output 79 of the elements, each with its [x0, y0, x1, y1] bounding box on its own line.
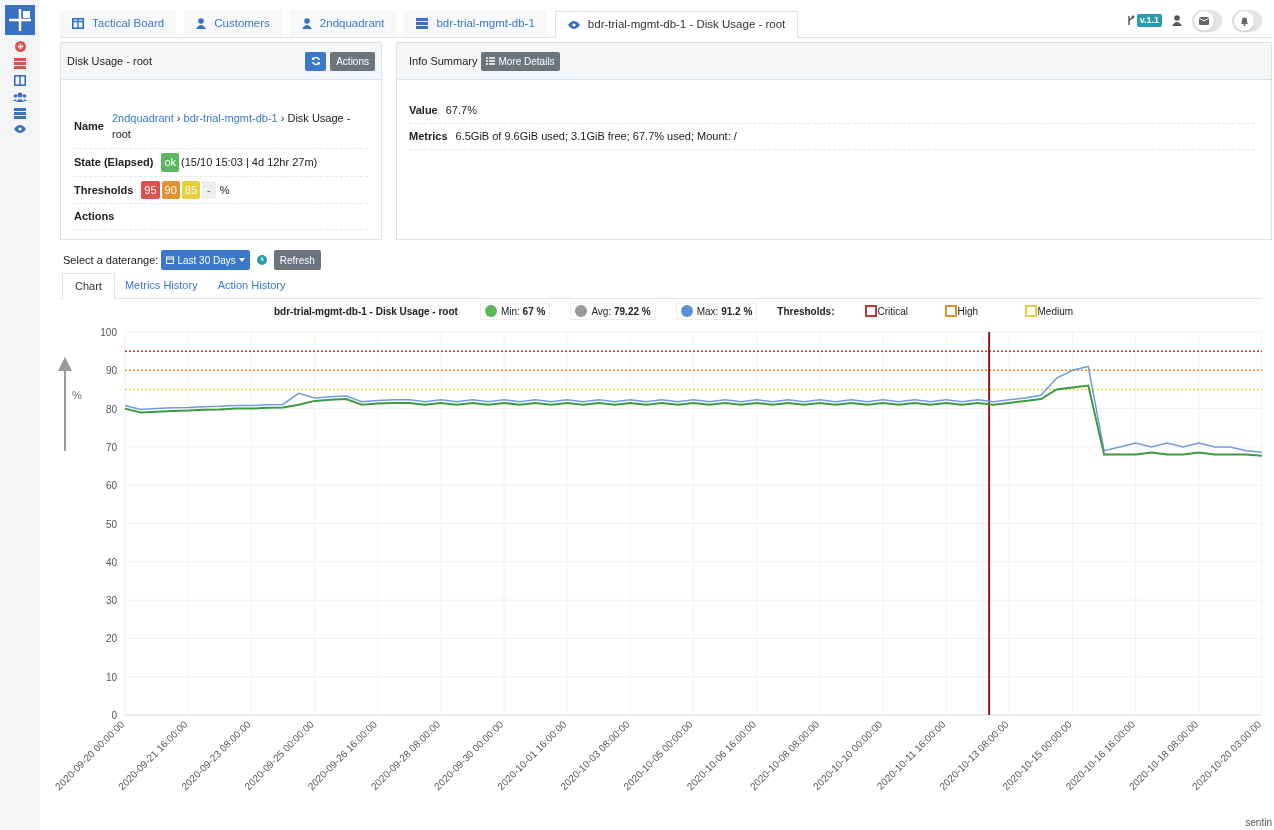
y-tick-label: 40: [105, 556, 117, 568]
tab[interactable]: Action History: [207, 272, 296, 298]
chart-title: bdr-trial-mgmt-db-1 - Disk Usage - root: [272, 303, 460, 319]
refresh-button[interactable]: Refresh: [273, 250, 321, 270]
board-icon: [72, 18, 84, 29]
legend-label: High: [957, 304, 979, 319]
y-tick-label: 60: [105, 480, 117, 492]
user-icon[interactable]: [1172, 15, 1182, 26]
legend-label: Critical: [877, 304, 909, 319]
stat-text: Max: 91.2 %: [696, 304, 753, 319]
panel-title: Disk Usage - root: [67, 53, 152, 69]
actions-button[interactable]: Actions: [330, 51, 375, 71]
y-axis-label: %: [72, 389, 82, 401]
user-icon: [301, 18, 312, 29]
y-tick-label: 0: [111, 710, 117, 721]
list-icon: [486, 57, 496, 65]
logo-icon[interactable]: [5, 5, 35, 35]
y-tick-label: 20: [105, 633, 117, 645]
footer-text: sentin: [1245, 816, 1272, 830]
threshold-badge: 95: [141, 180, 160, 199]
y-tick-label: 50: [105, 518, 117, 530]
calendar-icon: [166, 256, 175, 264]
field-label: Actions: [74, 209, 116, 224]
elapsed-text: (15/10 15:03 | 4d 12hr 27m): [181, 155, 318, 170]
field-label: Value: [409, 103, 438, 119]
field-label: Metrics: [409, 129, 448, 145]
unit-text: %: [219, 182, 230, 198]
y-tick-label: 90: [105, 365, 117, 377]
database-icon[interactable]: [14, 108, 26, 119]
bell-icon: [1239, 15, 1249, 26]
threshold-badge: 85: [181, 180, 201, 199]
breadcrumb-link[interactable]: bdr-trial-mgmt-db-1: [183, 112, 278, 124]
field-label: State (Elapsed): [74, 155, 155, 170]
daterange-dropdown[interactable]: Last 30 Days: [161, 250, 250, 270]
refresh-icon: [310, 56, 321, 66]
eye-icon: [567, 20, 580, 29]
mail-button[interactable]: [1192, 9, 1222, 32]
threshold-badge: 90: [161, 180, 180, 199]
field-value: 67.7%: [445, 103, 477, 119]
thresholds-label: Thresholds:: [777, 304, 835, 319]
tab[interactable]: 2ndquadrant: [289, 10, 397, 37]
tab[interactable]: Customers: [184, 10, 282, 37]
database-icon: [416, 18, 429, 29]
eye-icon[interactable]: [14, 125, 26, 133]
tab[interactable]: bdr-trial-mgmt-db-1 - Disk Usage - root: [554, 11, 799, 38]
tab[interactable]: bdr-trial-mgmt-db-1: [404, 10, 547, 37]
user-icon: [196, 18, 207, 29]
notification-button[interactable]: [1232, 9, 1262, 32]
tab[interactable]: Chart: [62, 273, 115, 299]
breadcrumb-link[interactable]: 2ndquadrant: [111, 112, 174, 124]
columns-icon[interactable]: [14, 75, 26, 86]
legend-label: Medium: [1037, 304, 1074, 319]
field-label: Name: [74, 118, 105, 134]
daterange-label: Select a daterange:: [63, 252, 159, 268]
tab[interactable]: Metrics History: [114, 272, 208, 298]
branch-icon: [1126, 15, 1135, 26]
field-label: Thresholds: [74, 182, 135, 198]
y-tick-label: 30: [105, 595, 117, 607]
threshold-badge: -: [202, 180, 216, 199]
caret-icon: [238, 258, 245, 262]
refresh-button[interactable]: [305, 51, 327, 71]
y-tick-label: 80: [105, 403, 117, 415]
clock-icon: [256, 255, 267, 265]
y-tick-label: 70: [105, 441, 117, 453]
more-details-button[interactable]: More Details: [481, 51, 560, 71]
y-tick-label: 100: [100, 327, 117, 338]
tab[interactable]: Tactical Board: [60, 10, 177, 37]
y-tick-label: 10: [105, 671, 117, 683]
stat-text: Min: 67 %: [500, 304, 546, 319]
version-badge: v.1.1: [1136, 13, 1162, 28]
panel-title: Info Summary: [409, 53, 478, 69]
stat-text: Avg: 79.22 %: [591, 304, 651, 319]
field-value: 6.5GiB of 9.6GiB used; 3.1GiB free; 67.7% used; Mount: /: [455, 129, 737, 145]
envelope-icon: [1199, 16, 1209, 25]
state-badge: ok: [161, 153, 180, 172]
users-icon[interactable]: [13, 92, 27, 102]
breadcrumb: 2ndquadrant › bdr-trial-mgmt-db-1 › Disk Usage - root: [111, 111, 352, 142]
database-icon[interactable]: [14, 58, 26, 69]
plus-circle-icon[interactable]: [14, 41, 26, 52]
